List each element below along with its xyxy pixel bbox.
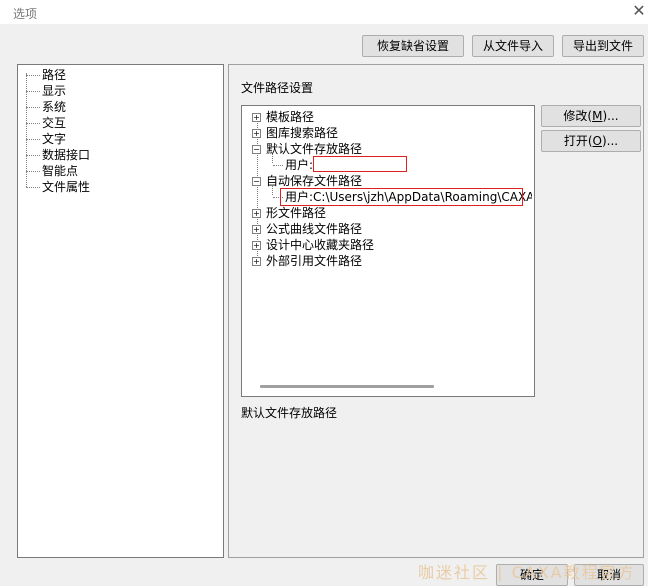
tree-item-label: 形文件路径 xyxy=(266,206,327,220)
tree-item-label: 设计中心收藏夹路径 xyxy=(266,238,375,252)
highlight-box xyxy=(280,188,523,206)
tree-item-default-file-path[interactable]: − 默认文件存放路径 xyxy=(242,141,532,157)
highlight-box xyxy=(313,156,407,172)
tree-item-template-path[interactable]: + 模板路径 xyxy=(242,109,532,125)
group-title: 文件路径设置 xyxy=(241,81,314,95)
sidebar-item-label: 文件属性 xyxy=(42,180,91,194)
collapse-icon[interactable]: − xyxy=(252,177,261,186)
import-from-file-button[interactable]: 从文件导入 xyxy=(472,35,554,57)
file-path-tree[interactable]: + 模板路径 + 图库搜索路径 − 默认文件存放路径 用户: − 自动保存文件路… xyxy=(241,105,535,397)
sidebar-item-label: 路径 xyxy=(42,68,67,82)
tree-connector xyxy=(26,139,40,140)
tree-connector xyxy=(26,75,40,76)
tree-connector xyxy=(26,155,40,156)
open-shortcut-key: O xyxy=(592,134,602,148)
sidebar-item-label: 交互 xyxy=(42,116,67,130)
path-description: 默认文件存放路径 xyxy=(241,406,338,420)
close-icon[interactable]: ✕ xyxy=(632,2,646,20)
tree-item-shape-file-path[interactable]: + 形文件路径 xyxy=(242,205,532,221)
title-bar: 选项 ✕ xyxy=(0,0,648,24)
sidebar-item-label: 系统 xyxy=(42,100,67,114)
modify-button[interactable]: 修改(M)... xyxy=(541,105,641,127)
expand-icon[interactable]: + xyxy=(252,129,261,138)
expand-icon[interactable]: + xyxy=(252,257,261,266)
window-title: 选项 xyxy=(13,7,38,21)
tree-connector xyxy=(26,187,40,188)
sidebar-item-label: 数据接口 xyxy=(42,148,91,162)
tree-item-label: 图库搜索路径 xyxy=(266,126,339,140)
collapse-icon[interactable]: − xyxy=(252,145,261,154)
watermark-text: 咖迷社区 | CAXA教程官方 xyxy=(418,563,636,582)
horizontal-scrollbar[interactable] xyxy=(260,385,434,388)
tree-connector xyxy=(273,165,283,166)
expand-icon[interactable]: + xyxy=(252,113,261,122)
tree-item-autosave-path[interactable]: − 自动保存文件路径 xyxy=(242,173,532,189)
open-button[interactable]: 打开(O)... xyxy=(541,130,641,152)
category-tree: 路径 显示 系统 交互 文字 数据接口 智能点 文件属性 xyxy=(17,64,224,558)
tree-item-label: 自动保存文件路径 xyxy=(266,174,363,188)
tree-item-label: 默认文件存放路径 xyxy=(266,142,363,156)
expand-icon[interactable]: + xyxy=(252,225,261,234)
sidebar-item-label: 文字 xyxy=(42,132,67,146)
tree-item-label: 模板路径 xyxy=(266,110,315,124)
tree-connector xyxy=(26,91,40,92)
tree-item-library-search-path[interactable]: + 图库搜索路径 xyxy=(242,125,532,141)
restore-defaults-button[interactable]: 恢复缺省设置 xyxy=(362,35,464,57)
tree-connector xyxy=(26,123,40,124)
tree-item-label: 外部引用文件路径 xyxy=(266,254,363,268)
modify-shortcut-key: M xyxy=(592,109,603,123)
settings-page: 文件路径设置 + 模板路径 + 图库搜索路径 − 默认文件存放路径 用户: − … xyxy=(228,64,644,558)
tree-connector xyxy=(26,171,40,172)
modify-label: 修改( xyxy=(563,109,593,123)
tree-item-formula-curve-path[interactable]: + 公式曲线文件路径 xyxy=(242,221,532,237)
tree-item-external-reference-path[interactable]: + 外部引用文件路径 xyxy=(242,253,532,269)
sidebar-item-label: 显示 xyxy=(42,84,67,98)
expand-icon[interactable]: + xyxy=(252,241,261,250)
tree-item-design-center-favorites-path[interactable]: + 设计中心收藏夹路径 xyxy=(242,237,532,253)
sidebar-item-label: 智能点 xyxy=(42,164,79,178)
modify-suffix: )... xyxy=(602,109,619,123)
tree-connector xyxy=(26,107,40,108)
open-label: 打开( xyxy=(563,134,593,148)
tree-item-label: 用户: xyxy=(285,158,314,172)
export-to-file-button[interactable]: 导出到文件 xyxy=(562,35,644,57)
expand-icon[interactable]: + xyxy=(252,209,261,218)
open-suffix: )... xyxy=(602,134,619,148)
tree-item-label: 公式曲线文件路径 xyxy=(266,222,363,236)
